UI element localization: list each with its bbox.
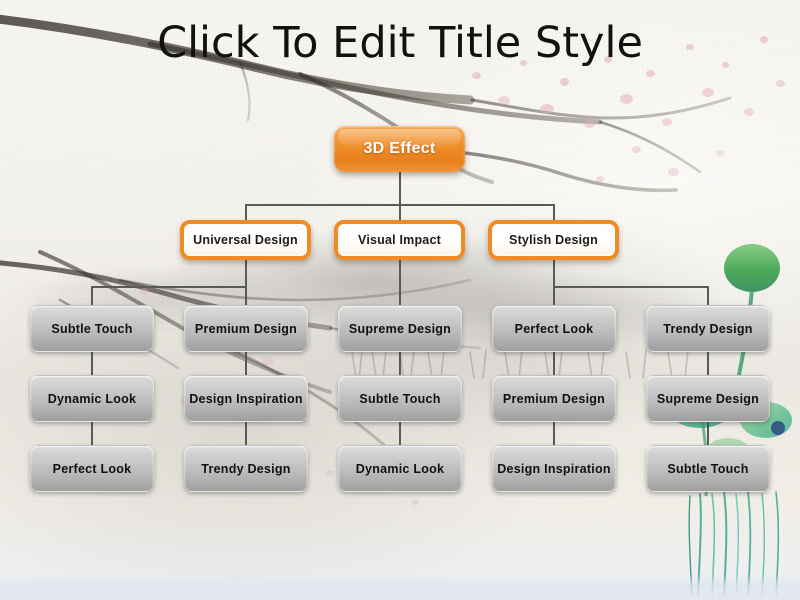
node-leaf-c3-r1[interactable]: Supreme Design: [338, 305, 462, 352]
node-leaf-c4-r1[interactable]: Perfect Look: [492, 305, 616, 352]
connector-col1-top: [91, 286, 93, 305]
connector-l2c-down: [553, 258, 555, 286]
node-leaf-c2-r3[interactable]: Trendy Design: [184, 445, 308, 492]
node-leaf-c4-r3[interactable]: Design Inspiration: [492, 445, 616, 492]
bottom-blue-band: [0, 574, 800, 600]
connector-col4-r2-r3: [553, 422, 555, 445]
connector-col2-r1-r2: [245, 352, 247, 375]
connector-root-down: [399, 172, 401, 204]
connector-col1-r2-r3: [91, 422, 93, 445]
connector-col5-r2-r3: [707, 422, 709, 445]
node-root-3d-effect[interactable]: 3D Effect: [334, 126, 465, 172]
node-leaf-c1-r1[interactable]: Subtle Touch: [30, 305, 154, 352]
page-title: Click To Edit Title Style: [157, 18, 643, 68]
node-leaf-c1-r3[interactable]: Perfect Look: [30, 445, 154, 492]
node-level2-visual-impact[interactable]: Visual Impact: [334, 220, 465, 260]
node-leaf-c4-r2[interactable]: Premium Design: [492, 375, 616, 422]
connector-col5-top: [707, 286, 709, 305]
connector-col4-top: [553, 286, 555, 305]
node-leaf-c2-r2[interactable]: Design Inspiration: [184, 375, 308, 422]
connector-l2a-down: [245, 258, 247, 286]
node-level2-universal-design[interactable]: Universal Design: [180, 220, 311, 260]
connector-col3-r1-r2: [399, 352, 401, 375]
slide-canvas: Click To Edit Title Style 3D Effect Univ…: [0, 0, 800, 600]
connector-col1-r1-r2: [91, 352, 93, 375]
node-leaf-c3-r2[interactable]: Subtle Touch: [338, 375, 462, 422]
node-leaf-c5-r2[interactable]: Supreme Design: [646, 375, 770, 422]
connector-col4-r1-r2: [553, 352, 555, 375]
node-leaf-c1-r2[interactable]: Dynamic Look: [30, 375, 154, 422]
connector-col2-top: [245, 286, 247, 305]
node-leaf-c5-r3[interactable]: Subtle Touch: [646, 445, 770, 492]
connector-leaf-bus-right: [553, 286, 708, 288]
connector-col3-top: [399, 286, 401, 305]
connector-leaf-bus-left: [91, 286, 246, 288]
connector-col3-r2-r3: [399, 422, 401, 445]
connector-col5-r1-r2: [707, 352, 709, 375]
node-leaf-c2-r1[interactable]: Premium Design: [184, 305, 308, 352]
node-leaf-c5-r1[interactable]: Trendy Design: [646, 305, 770, 352]
node-level2-stylish-design[interactable]: Stylish Design: [488, 220, 619, 260]
node-leaf-c3-r3[interactable]: Dynamic Look: [338, 445, 462, 492]
connector-col2-r2-r3: [245, 422, 247, 445]
connector-l2b-down: [399, 258, 401, 286]
